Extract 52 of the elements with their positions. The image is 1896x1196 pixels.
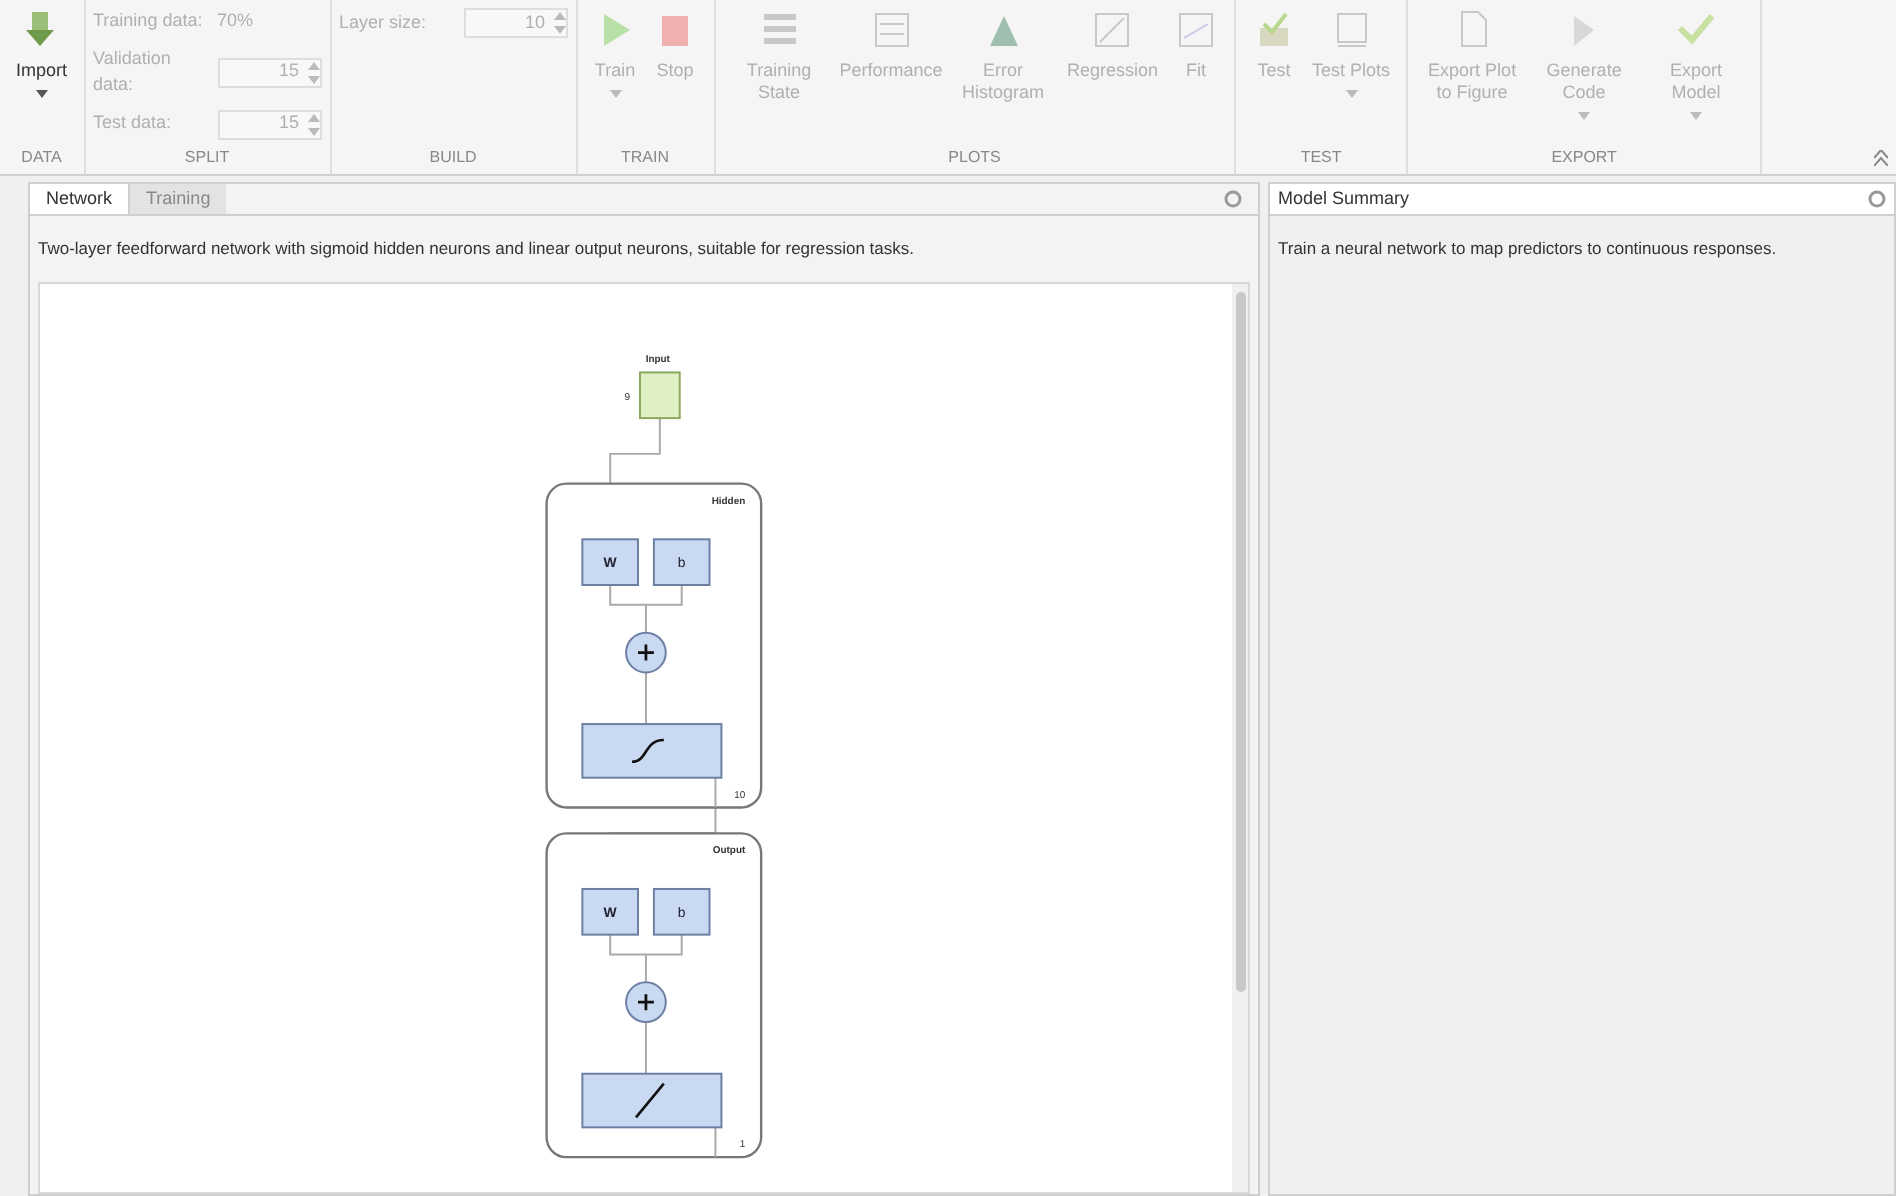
plus-icon <box>636 992 656 1012</box>
field-value: 70% <box>217 8 254 34</box>
spin-arrows-icon <box>307 61 320 83</box>
toolbar-icon <box>1090 8 1135 52</box>
bias-node <box>652 887 711 936</box>
sum-node <box>625 631 667 673</box>
transfer-node <box>581 1072 723 1128</box>
group-label: TRAIN <box>619 146 672 170</box>
weight-node <box>581 537 639 586</box>
connector-line <box>609 583 683 634</box>
linear-line-icon <box>635 1082 665 1118</box>
field-label: Layer size: <box>339 9 429 36</box>
connector-line <box>644 670 647 725</box>
summary-text: Train a neural network to map predictors to continuous responses. <box>1276 236 1779 262</box>
connector-line <box>609 933 683 983</box>
weight-node <box>581 887 639 936</box>
plus-icon <box>636 642 656 662</box>
caret-icon <box>1578 112 1591 120</box>
panel-tab[interactable]: Training <box>130 184 227 214</box>
connector-line <box>609 416 661 485</box>
transfer-node <box>581 722 723 779</box>
collapse-icon[interactable] <box>1874 150 1888 166</box>
bias-node <box>652 537 711 586</box>
caret-icon <box>1690 112 1703 120</box>
sum-node <box>625 980 667 1023</box>
panel-tab[interactable]: Network <box>30 184 131 214</box>
network-description: Two-layer feedforward network with sigmoid hidden neurons and linear output neurons, suitable for regression tasks. <box>36 236 916 262</box>
settings-icon[interactable] <box>1224 190 1242 208</box>
group-label: TEST <box>1298 146 1344 170</box>
spin-arrows-icon <box>553 12 566 34</box>
group-label: SPLIT <box>182 146 232 170</box>
field-label: Validation data: <box>93 45 173 98</box>
group-label: EXPORT <box>1549 146 1619 170</box>
input-node <box>638 370 681 419</box>
connector-line <box>714 1125 717 1158</box>
spin-arrows-icon <box>307 113 320 135</box>
settings-icon[interactable] <box>1868 190 1886 208</box>
toolbar-button[interactable]: Import <box>8 0 76 98</box>
toolbar-icon <box>1174 8 1219 52</box>
group-label: DATA <box>19 146 64 170</box>
caret-icon <box>609 90 622 98</box>
group-label: BUILD <box>427 146 479 170</box>
panel-title: Model Summary <box>1278 185 1412 212</box>
caret-icon <box>1345 90 1358 98</box>
scrollbar[interactable] <box>1232 283 1248 1192</box>
sigmoid-curve-icon <box>631 738 664 763</box>
toolbar-icon <box>869 8 914 52</box>
caret-icon <box>35 90 48 98</box>
field-label: Training data: <box>93 8 205 34</box>
connector-line <box>644 1020 647 1075</box>
group-label: PLOTS <box>946 146 1003 170</box>
field-label: Test data: <box>93 110 174 137</box>
